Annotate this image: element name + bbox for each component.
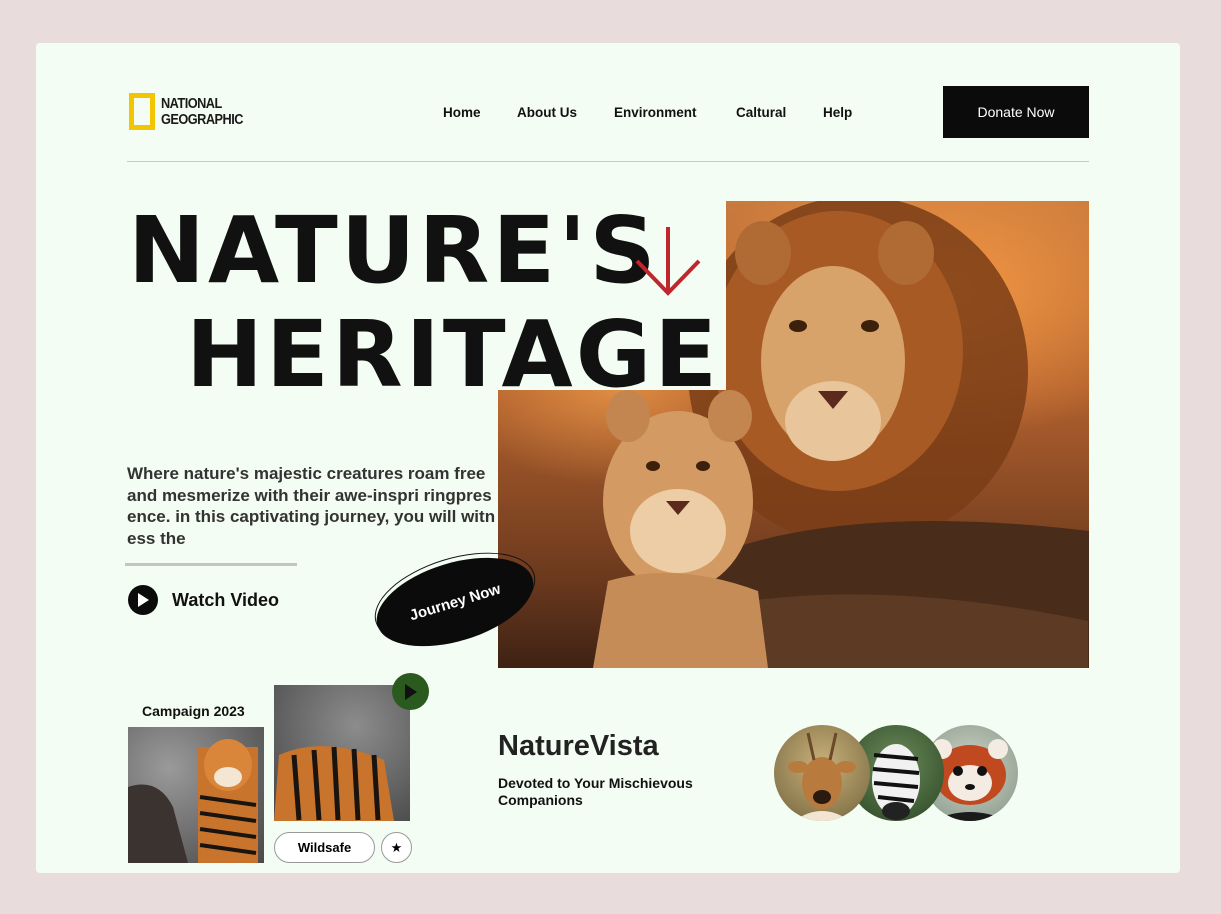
nav-about-us[interactable]: About Us [517,105,577,120]
logo-line-1: NATIONAL [161,95,222,112]
nav-home[interactable]: Home [443,105,481,120]
deer-avatar[interactable] [774,725,870,821]
hero-title-line-1: NATURE'S [128,197,659,304]
star-icon[interactable]: ★ [381,832,412,863]
description-divider [125,563,297,566]
play-icon [405,683,417,700]
hero-title-line-2: HERITAGE [186,301,721,408]
page-card: NATIONAL GEOGRAPHIC Home About Us Enviro… [36,43,1180,873]
play-icon[interactable] [128,585,158,615]
arrow-down-icon [635,227,701,296]
national-geographic-logo[interactable]: NATIONAL GEOGRAPHIC [129,93,254,130]
logo-frame-icon [129,93,155,130]
campaign-play-button[interactable] [392,673,429,710]
naturevista-subtitle: Devoted to Your Mischievous Companions [498,775,693,808]
watch-video-label: Watch Video [172,589,280,610]
nav-environment[interactable]: Environment [614,105,697,120]
wildsafe-tag-button[interactable]: Wildsafe [274,832,375,863]
tiger-image-2[interactable] [274,685,410,821]
tiger-illustration-2 [274,746,394,821]
nav-help[interactable]: Help [823,105,852,120]
nav-caltural[interactable]: Caltural [736,105,786,120]
campaign-label: Campaign 2023 [142,703,245,719]
naturevista-title: NatureVista [498,730,659,762]
watch-video-link[interactable]: Watch Video [128,585,279,615]
logo-line-2: GEOGRAPHIC [161,111,243,128]
hero-description: Where nature's majestic creatures roam f… [127,464,496,548]
donate-now-button[interactable]: Donate Now [943,86,1089,138]
header-divider [127,161,1089,162]
tiger-image-1[interactable] [128,727,264,863]
journey-now-label: Journey Now [407,580,503,624]
tiger-illustration-1 [128,739,258,863]
